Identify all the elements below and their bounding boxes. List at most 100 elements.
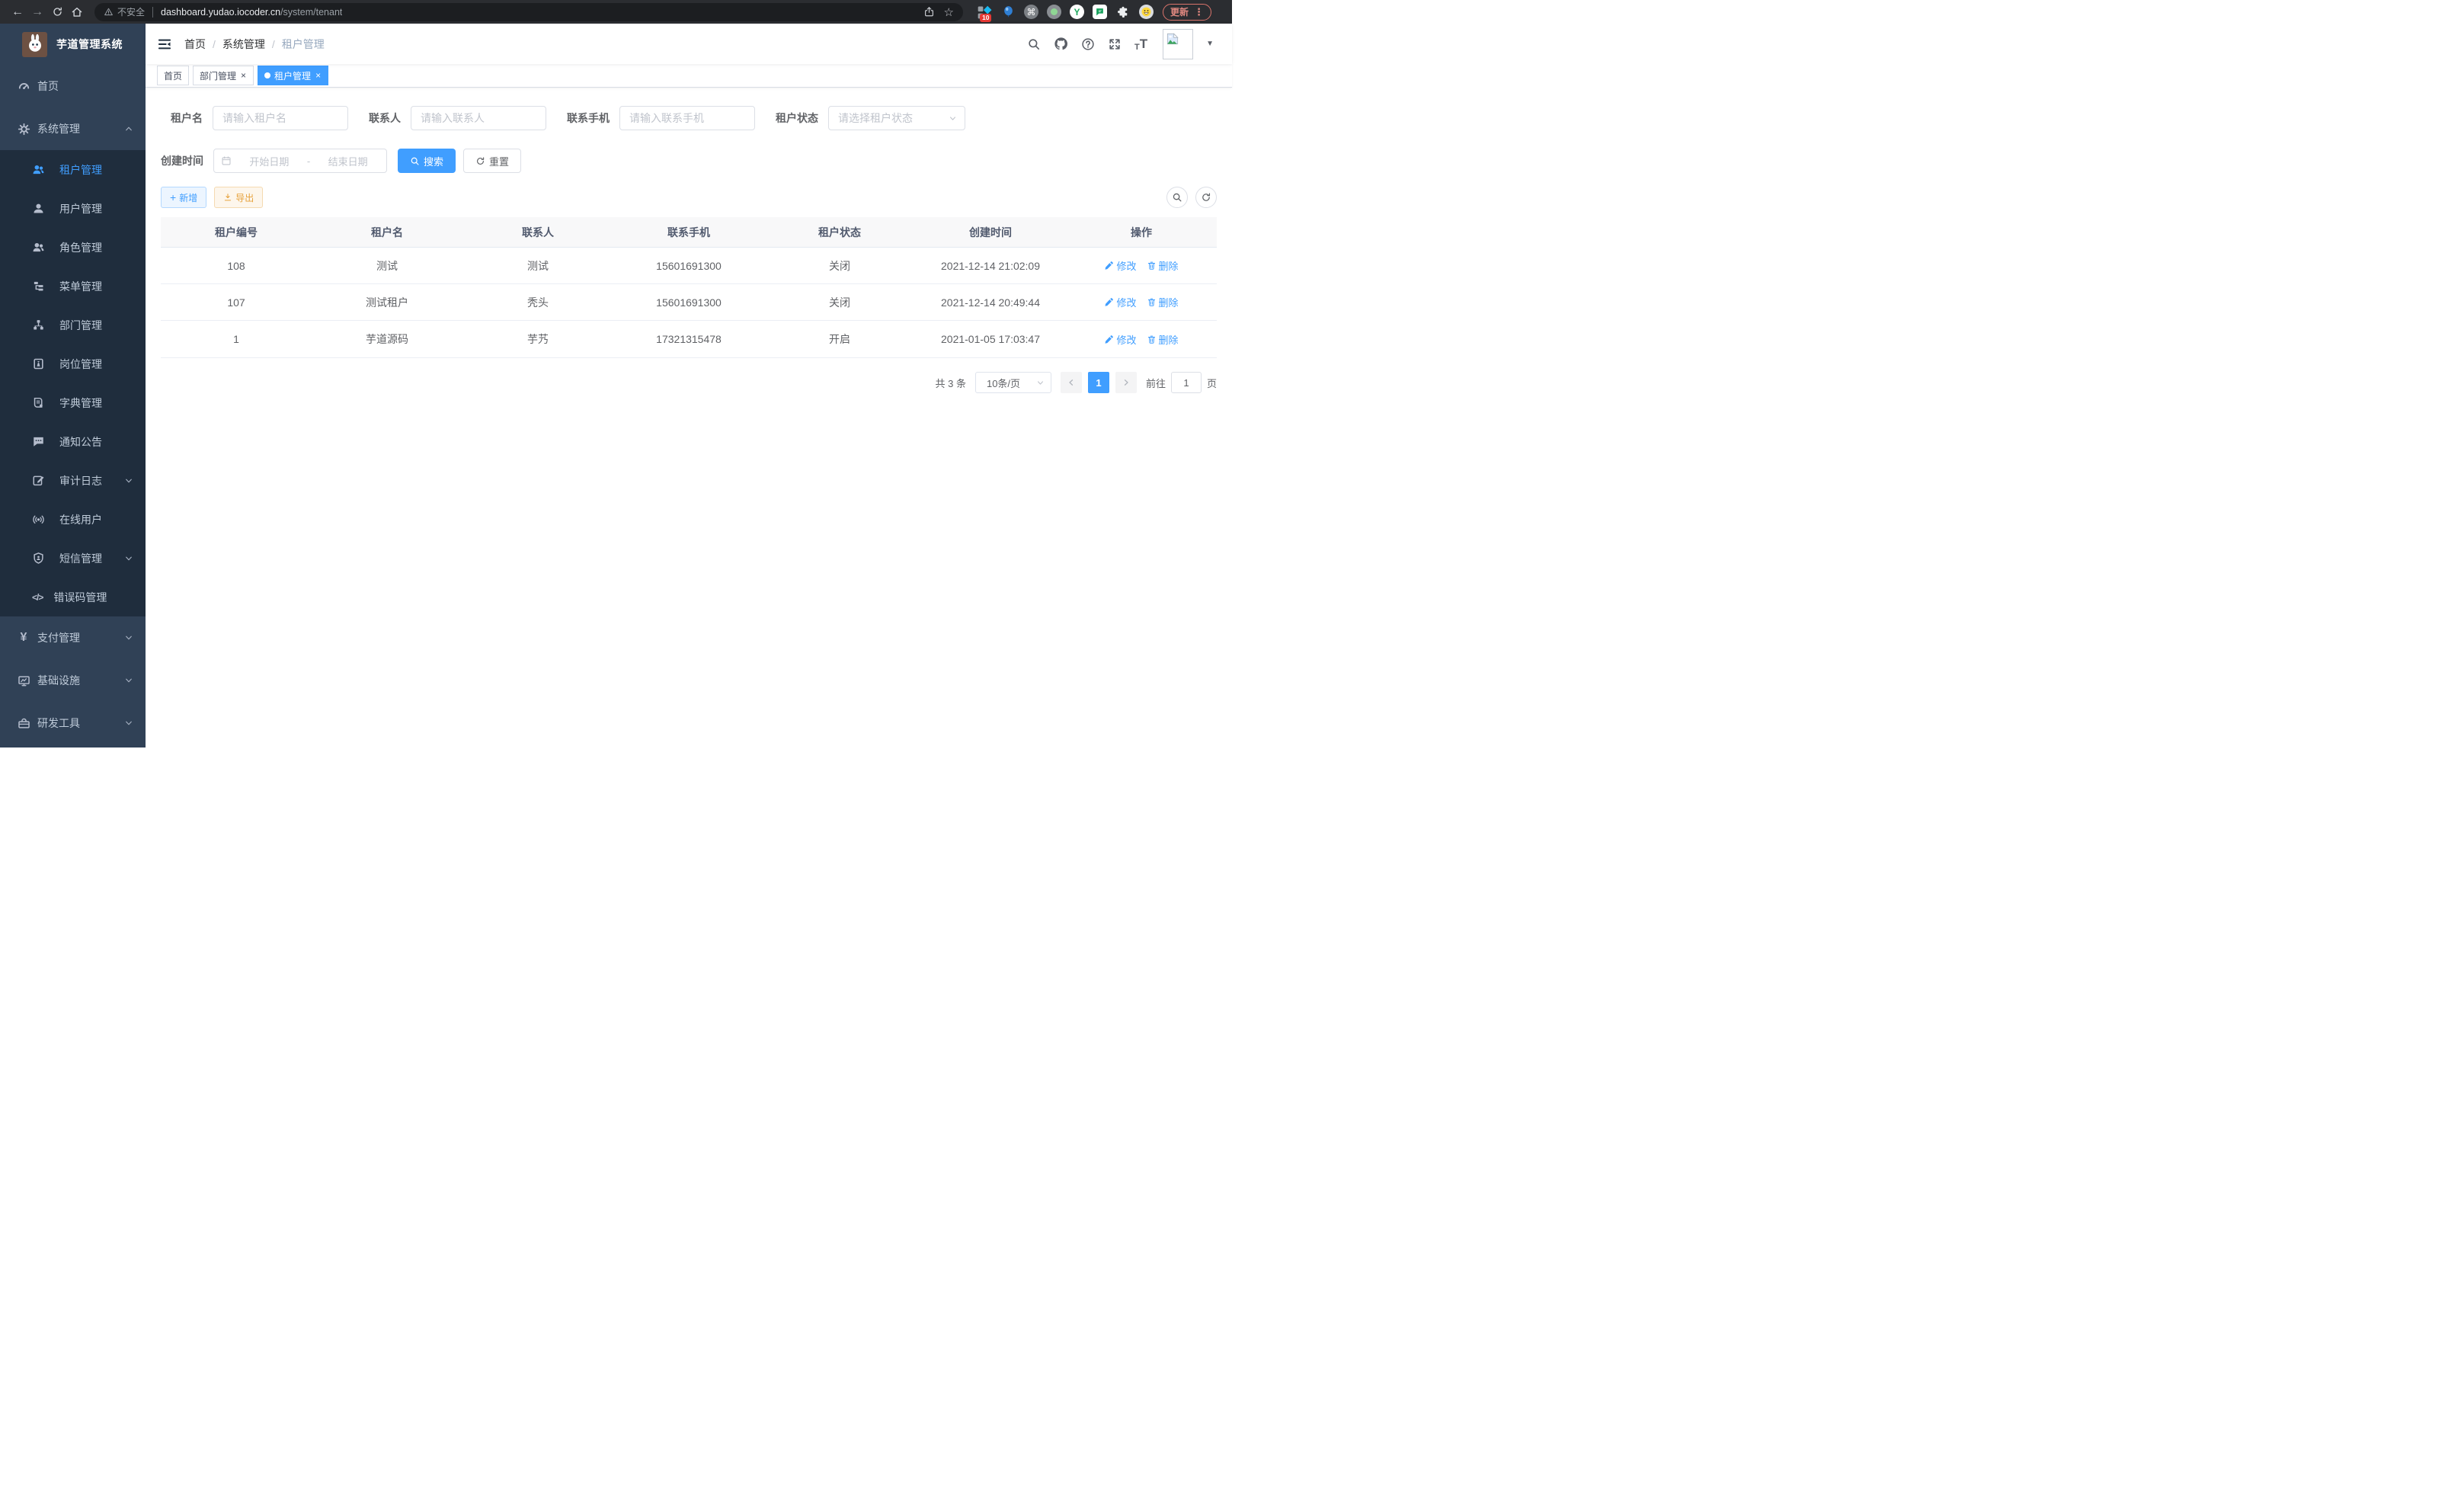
cell-status: 关闭 [764,258,915,274]
browser-home-button[interactable] [67,2,87,22]
modify-link[interactable]: 修改 [1104,258,1136,273]
bookmark-star-icon[interactable]: ☆ [944,5,954,19]
edit-icon [1104,261,1114,271]
help-icon[interactable] [1081,37,1095,51]
next-page-button[interactable] [1115,372,1137,393]
mobile-input[interactable] [619,106,755,130]
sidebar-item-system[interactable]: 系统管理 [0,107,146,150]
sidebar: 芋道管理系统 首页 系统管理 租户管理 用户管理 角色管理 菜单管理 [0,24,146,748]
delete-label: 删除 [1159,295,1179,309]
breadcrumb-home[interactable]: 首页 [184,37,206,52]
page-size-select[interactable]: 10条/页 [975,372,1051,393]
sidebar-item-menu[interactable]: 菜单管理 [0,267,146,306]
reset-button[interactable]: 重置 [463,149,521,173]
start-date-placeholder[interactable]: 开始日期 [238,154,301,168]
sidebar-item-dict[interactable]: 字典管理 [0,383,146,422]
breadcrumb-system[interactable]: 系统管理 [222,37,265,52]
tag-dept[interactable]: 部门管理 × [193,66,254,85]
sidebar-item-role[interactable]: 角色管理 [0,228,146,267]
cell-created: 2021-12-14 21:02:09 [915,260,1066,272]
extension-flag-icon[interactable] [1093,5,1107,19]
log-edit-icon [32,474,45,487]
hamburger-button[interactable] [146,24,184,64]
table-header: 租户编号 租户名 联系人 联系手机 租户状态 创建时间 操作 [161,217,1217,248]
sidebar-item-devtools[interactable]: 研发工具 [0,702,146,744]
sidebar-item-post[interactable]: 岗位管理 [0,344,146,383]
extensions-puzzle-icon[interactable] [1115,5,1131,20]
close-icon[interactable]: × [315,71,322,80]
table-toolbar: + 新增 导出 [161,187,1217,208]
page-1-button[interactable]: 1 [1088,372,1109,393]
refresh-icon [1201,192,1211,203]
browser-menu-icon[interactable]: ⋮ [1194,6,1204,18]
extension-recorder-icon[interactable] [1047,5,1061,19]
sidebar-item-error-code[interactable]: </> 错误码管理 [0,578,146,616]
tags-view-bar: 首页 部门管理 × 租户管理× [146,64,1232,88]
status-select[interactable]: 请选择租户状态 [828,106,965,130]
browser-reload-button[interactable] [47,2,67,22]
fullscreen-icon[interactable] [1108,37,1122,51]
delete-link[interactable]: 删除 [1147,332,1179,347]
delete-link[interactable]: 删除 [1147,295,1179,309]
active-dot [264,72,270,78]
sidebar-item-sms[interactable]: 短信管理 [0,539,146,578]
tag-home[interactable]: 首页 [157,66,189,85]
share-icon[interactable] [923,6,935,18]
goto-page-input[interactable] [1171,372,1202,393]
extension-command-icon[interactable]: ⌘ [1024,5,1038,19]
sidebar-item-user[interactable]: 用户管理 [0,189,146,228]
cell-tenant-id: 107 [161,296,312,309]
cell-created: 2021-12-14 20:49:44 [915,296,1066,309]
sidebar-item-online-users[interactable]: 在线用户 [0,500,146,539]
profile-avatar-icon[interactable] [1139,5,1154,19]
search-icon [1172,192,1182,203]
browser-back-button[interactable]: ← [8,2,27,22]
extension-balloon-icon[interactable] [1000,5,1016,20]
tag-tenant-active[interactable]: 租户管理× [258,66,328,85]
site-security-indicator[interactable]: 不安全 [104,5,145,18]
extension-y-icon[interactable]: Y [1070,5,1084,19]
github-icon[interactable] [1054,37,1068,51]
prev-page-button[interactable] [1061,372,1082,393]
font-size-icon[interactable]: TT [1134,37,1147,52]
filter-row-1: 租户名 联系人 联系手机 租户状态 请选择租户状态 [161,106,1217,130]
end-date-placeholder[interactable]: 结束日期 [316,154,379,168]
contact-input[interactable] [411,106,546,130]
gear-icon [18,123,30,136]
add-button[interactable]: + 新增 [161,187,206,208]
address-bar[interactable]: 不安全 dashboard.yudao.iocoder.cn/system/te… [94,3,963,21]
sidebar-item-label: 支付管理 [37,630,80,645]
sidebar-item-notice[interactable]: 通知公告 [0,422,146,461]
tenant-name-input[interactable] [213,106,348,130]
browser-update-button[interactable]: 更新 ⋮ [1163,4,1211,21]
total-count: 共 3 条 [936,376,966,390]
sidebar-item-label: 部门管理 [59,318,102,333]
sidebar-item-infra[interactable]: 基础设施 [0,659,146,702]
mobile-label: 联系手机 [567,110,619,126]
refresh-table-button[interactable] [1195,187,1217,208]
show-search-button[interactable] [1166,187,1188,208]
date-range-picker[interactable]: 开始日期 - 结束日期 [213,149,387,173]
avatar[interactable] [1163,29,1193,59]
close-icon[interactable]: × [240,71,247,80]
browser-forward-button[interactable]: → [27,2,47,22]
sidebar-item-audit-log[interactable]: 审计日志 [0,461,146,500]
extension-tabs-icon[interactable]: 10 [977,5,992,20]
pagination: 共 3 条 10条/页 1 前往 页 [161,372,1217,393]
avatar-caret-icon[interactable]: ▼ [1206,40,1214,48]
tag-label: 部门管理 [200,69,236,82]
sidebar-item-dept[interactable]: 部门管理 [0,306,146,344]
sidebar-item-pay[interactable]: ¥ 支付管理 [0,616,146,659]
export-button[interactable]: 导出 [214,187,263,208]
reset-button-label: 重置 [489,154,509,168]
header-search-icon[interactable] [1027,37,1041,51]
chevron-up-icon [124,124,133,133]
delete-link[interactable]: 删除 [1147,258,1179,273]
modify-link[interactable]: 修改 [1104,295,1136,309]
search-button[interactable]: 搜索 [398,149,456,173]
modify-link[interactable]: 修改 [1104,332,1136,347]
browser-extensions: 10 ⌘ Y [977,5,1154,20]
sidebar-item-tenant[interactable]: 租户管理 [0,150,146,189]
app-logo-row[interactable]: 芋道管理系统 [0,24,146,65]
sidebar-item-home[interactable]: 首页 [0,65,146,107]
